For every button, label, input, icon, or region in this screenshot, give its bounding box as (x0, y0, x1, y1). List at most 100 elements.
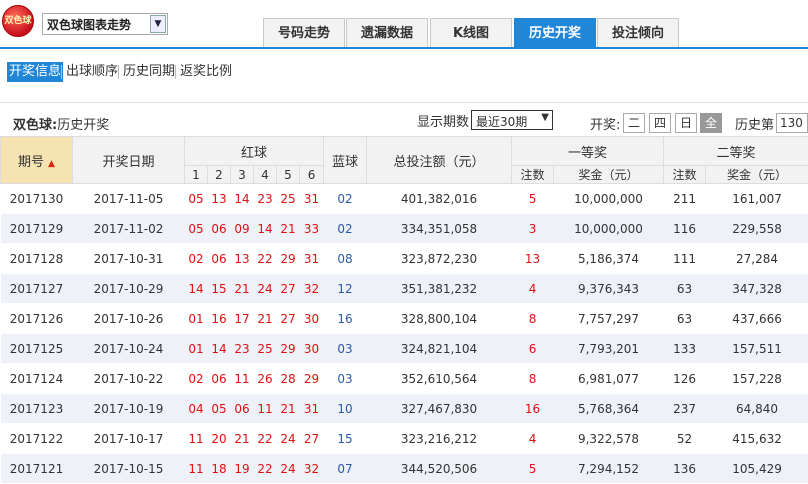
blue-ball-cell: 03 (324, 364, 367, 394)
issue-cell: 2017123 (1, 394, 73, 424)
red-ball-cell: 05 (185, 214, 208, 244)
chevron-down-icon[interactable]: ▼ (150, 15, 166, 33)
table-row: 20171222017-10-1711202122242715323,216,2… (1, 424, 808, 454)
tab-1[interactable]: 遗漏数据 (346, 18, 428, 48)
issue-cell: 2017126 (1, 304, 73, 334)
red-ball-cell: 22 (254, 424, 277, 454)
issue-cell: 2017121 (1, 454, 73, 484)
draw-day-button-1[interactable]: 四 (649, 113, 671, 133)
red-ball-cell: 32 (300, 274, 324, 304)
date-cell: 2017-10-29 (73, 274, 185, 304)
second-prize-count-cell: 63 (664, 304, 706, 334)
tab-0[interactable]: 号码走势 (263, 18, 345, 48)
second-prize-header: 奖金（元） (706, 166, 808, 184)
draw-day-button-0[interactable]: 二 (623, 113, 645, 133)
table-row: 20171212017-10-1511181922243207344,520,5… (1, 454, 808, 484)
blue-ball-cell: 16 (324, 304, 367, 334)
first-prize-amount-cell: 5,186,374 (554, 244, 664, 274)
red-ball-cell: 06 (208, 364, 231, 394)
history-input[interactable]: 130 (776, 113, 808, 133)
second-prize-amount-cell: 347,328 (706, 274, 808, 304)
issue-cell: 2017127 (1, 274, 73, 304)
first-prize-amount-cell: 9,322,578 (554, 424, 664, 454)
draw-day-button-2[interactable]: 日 (675, 113, 697, 133)
second-prize-count-cell: 211 (664, 184, 706, 214)
second-prize-count-cell: 136 (664, 454, 706, 484)
lottery-selector-label: 双色球图表走势 (47, 16, 131, 33)
red-ball-cell: 25 (277, 184, 300, 214)
subnav-separator (61, 65, 62, 79)
blue-ball-cell: 10 (324, 394, 367, 424)
red-pos-header: 1 (185, 166, 208, 184)
subnav-item-1[interactable]: 出球顺序 (64, 62, 120, 82)
first-prize-amount-cell: 5,768,364 (554, 394, 664, 424)
red-pos-header: 5 (277, 166, 300, 184)
draw-day-button-3[interactable]: 全 (700, 113, 722, 133)
subnav-item-0[interactable]: 开奖信息 (7, 62, 63, 82)
red-ball-cell: 11 (185, 454, 208, 484)
second-prize-count-cell: 52 (664, 424, 706, 454)
sub-nav: 开奖信息出球顺序历史同期返奖比例 (0, 49, 808, 95)
first-prize-count-cell: 13 (512, 244, 554, 274)
lottery-selector[interactable]: 双色球图表走势 ▼ (42, 13, 168, 35)
tab-2[interactable]: K线图 (430, 18, 512, 48)
red-ball-cell: 09 (231, 214, 254, 244)
col-blue-header: 蓝球 (324, 137, 367, 184)
second-prize-count-cell: 237 (664, 394, 706, 424)
logo-icon[interactable]: 双色球 (2, 5, 34, 37)
tab-3[interactable]: 历史开奖 (514, 18, 596, 48)
sort-up-icon[interactable]: ▲ (48, 159, 55, 169)
first-prize-amount-cell: 7,793,201 (554, 334, 664, 364)
red-ball-cell: 30 (300, 334, 324, 364)
blue-ball-cell: 12 (324, 274, 367, 304)
col-first-prize-header: 一等奖 (512, 137, 664, 166)
red-ball-cell: 02 (185, 244, 208, 274)
issue-cell: 2017122 (1, 424, 73, 454)
issue-cell: 2017125 (1, 334, 73, 364)
red-ball-cell: 25 (254, 334, 277, 364)
second-prize-count-cell: 116 (664, 214, 706, 244)
red-ball-cell: 11 (254, 394, 277, 424)
tab-4[interactable]: 投注倾向 (597, 18, 679, 48)
total-bet-cell: 352,610,564 (367, 364, 512, 394)
caret-down-icon: ▼ (541, 112, 549, 123)
col-second-prize-header: 二等奖 (664, 137, 808, 166)
second-prize-count-cell: 63 (664, 274, 706, 304)
subnav-item-2[interactable]: 历史同期 (121, 62, 177, 82)
red-ball-cell: 24 (277, 454, 300, 484)
red-ball-cell: 14 (254, 214, 277, 244)
total-bet-cell: 401,382,016 (367, 184, 512, 214)
red-ball-cell: 28 (277, 364, 300, 394)
total-bet-cell: 323,872,230 (367, 244, 512, 274)
red-ball-cell: 27 (277, 304, 300, 334)
first-prize-amount-cell: 7,294,152 (554, 454, 664, 484)
total-bet-cell: 324,821,104 (367, 334, 512, 364)
blue-ball-cell: 07 (324, 454, 367, 484)
red-ball-cell: 14 (185, 274, 208, 304)
blue-ball-cell: 02 (324, 184, 367, 214)
table-row: 20171282017-10-3102061322293108323,872,2… (1, 244, 808, 274)
date-cell: 2017-10-19 (73, 394, 185, 424)
second-prize-amount-cell: 229,558 (706, 214, 808, 244)
red-ball-cell: 27 (277, 274, 300, 304)
date-cell: 2017-10-22 (73, 364, 185, 394)
first-prize-amount-cell: 10,000,000 (554, 184, 664, 214)
red-ball-cell: 31 (300, 184, 324, 214)
red-ball-cell: 19 (231, 454, 254, 484)
col-issue-header[interactable]: 期号▲ (1, 137, 73, 184)
table-row: 20171272017-10-2914152124273212351,381,2… (1, 274, 808, 304)
red-ball-cell: 20 (208, 424, 231, 454)
first-count-header: 注数 (512, 166, 554, 184)
red-ball-cell: 23 (254, 184, 277, 214)
red-ball-cell: 21 (231, 274, 254, 304)
red-pos-header: 3 (231, 166, 254, 184)
red-ball-cell: 14 (208, 334, 231, 364)
period-select[interactable]: 最近30期 ▼ (471, 110, 553, 130)
first-prize-count-cell: 16 (512, 394, 554, 424)
second-prize-amount-cell: 157,228 (706, 364, 808, 394)
subnav-item-3[interactable]: 返奖比例 (178, 62, 234, 82)
date-cell: 2017-10-31 (73, 244, 185, 274)
red-ball-cell: 31 (300, 394, 324, 424)
red-ball-cell: 15 (208, 274, 231, 304)
second-prize-amount-cell: 415,632 (706, 424, 808, 454)
